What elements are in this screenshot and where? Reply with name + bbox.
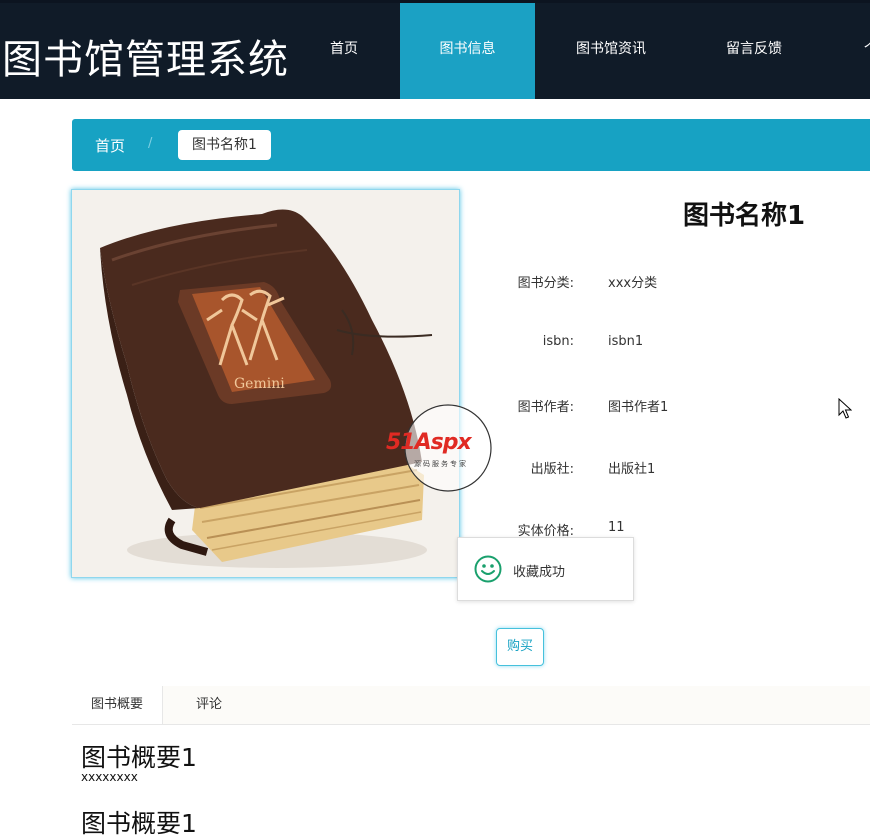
breadcrumb-current: 图书名称1: [178, 130, 271, 160]
toast-notification: 收藏成功: [457, 537, 634, 601]
field-label-author: 图书作者:: [517, 400, 574, 415]
buy-button[interactable]: 购买: [496, 628, 544, 666]
app-title: 图书馆管理系统: [2, 37, 289, 83]
field-label-publisher: 出版社:: [530, 462, 574, 477]
field-value-category: xxx分类: [608, 276, 658, 291]
tab-summary[interactable]: 图书概要: [72, 686, 163, 724]
summary-heading: 图书概要1: [81, 743, 197, 772]
book-cover-image: Gemini: [71, 189, 460, 578]
smiley-icon: [474, 555, 502, 583]
summary-text: xxxxxxxx: [81, 770, 138, 784]
nav-item-library-news[interactable]: 图书馆资讯: [549, 3, 673, 99]
breadcrumb: 首页 / 图书名称1: [72, 119, 870, 171]
breadcrumb-separator: /: [148, 136, 153, 151]
summary-heading-repeat: 图书概要1: [81, 809, 197, 838]
breadcrumb-home-link[interactable]: 首页: [95, 135, 125, 156]
toast-message: 收藏成功: [513, 565, 566, 580]
book-title: 图书名称1: [683, 201, 806, 231]
field-value-price: 11: [608, 520, 625, 535]
field-label-isbn: isbn:: [542, 334, 574, 349]
detail-tabs: 图书概要 评论: [72, 686, 870, 725]
nav-item-home[interactable]: 首页: [303, 3, 385, 99]
field-value-isbn: isbn1: [608, 334, 644, 349]
top-header: 图书馆管理系统 首页 图书信息 图书馆资讯 留言反馈 个: [0, 3, 870, 99]
mouse-cursor-icon: [838, 398, 852, 419]
watermark-tagline: 源码服务专家: [414, 460, 468, 468]
watermark-brand: 51Aspx: [386, 430, 472, 455]
cover-caption: Gemini: [234, 376, 285, 392]
tab-comments[interactable]: 评论: [169, 686, 249, 724]
nav-item-personal[interactable]: 个: [856, 3, 870, 99]
nav-item-feedback[interactable]: 留言反馈: [690, 3, 818, 99]
book-illustration: Gemini: [72, 190, 459, 577]
field-value-publisher: 出版社1: [608, 462, 656, 477]
field-value-author: 图书作者1: [608, 400, 669, 415]
nav-item-book-info[interactable]: 图书信息: [400, 3, 535, 99]
field-label-category: 图书分类:: [517, 276, 574, 291]
watermark-logo: 51Aspx 源码服务专家: [386, 403, 510, 493]
